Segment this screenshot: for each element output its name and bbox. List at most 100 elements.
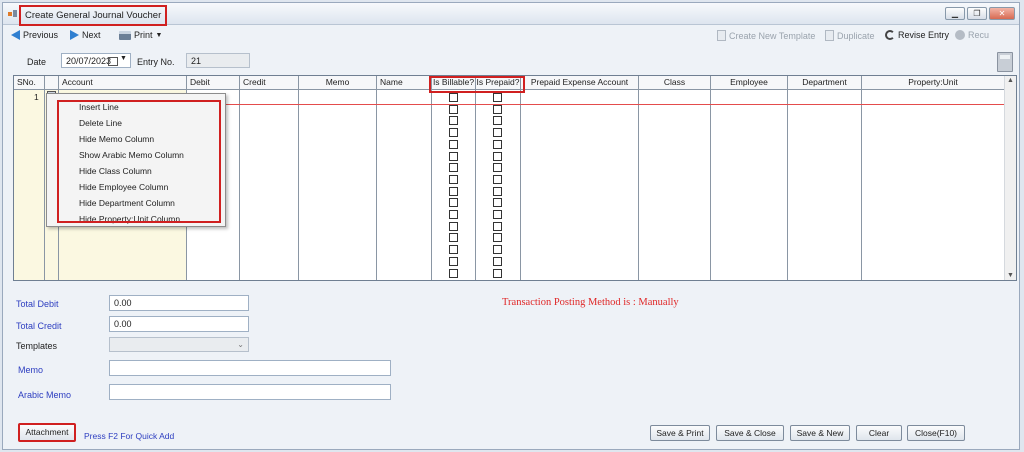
save-new-button[interactable]: Save & New: [790, 425, 850, 441]
duplicate-button[interactable]: Duplicate: [825, 30, 875, 41]
highlight-context-menu: [57, 100, 221, 223]
prepaid-checkbox[interactable]: [493, 245, 502, 255]
total-credit-label: Total Credit: [16, 321, 62, 331]
col-header-property-unit[interactable]: Property:Unit: [862, 76, 1005, 90]
billable-checkbox[interactable]: [449, 128, 458, 138]
billable-checkbox[interactable]: [449, 245, 458, 255]
calendar-icon[interactable]: [108, 57, 118, 66]
total-credit-field[interactable]: 0.00: [109, 316, 249, 332]
prepaid-checkbox[interactable]: [493, 268, 502, 278]
billable-checkbox[interactable]: [449, 186, 458, 196]
col-credit: [240, 76, 299, 280]
prepaid-checkbox[interactable]: [493, 210, 502, 219]
print-label: Print: [134, 30, 153, 40]
prepaid-checkbox[interactable]: [493, 221, 502, 231]
prepaid-checkbox[interactable]: [493, 93, 502, 102]
scroll-down-icon[interactable]: ▼: [1007, 272, 1014, 279]
highlight-billable-prepaid: [429, 76, 525, 93]
arabic-memo-label: Arabic Memo: [18, 390, 72, 400]
date-value: 20/07/2023: [66, 56, 112, 66]
entry-no-value: 21: [191, 56, 202, 66]
prepaid-checkbox[interactable]: [493, 128, 502, 138]
refresh-icon: [885, 30, 895, 40]
col-name: [377, 76, 432, 280]
prepaid-checkbox[interactable]: [493, 151, 502, 161]
window-title: Create General Journal Voucher: [19, 5, 168, 26]
billable-checkbox[interactable]: [449, 233, 458, 243]
duplicate-label: Duplicate: [837, 30, 875, 41]
arabic-memo-field[interactable]: [109, 384, 391, 400]
save-print-button[interactable]: Save & Print: [650, 425, 710, 441]
prepaid-checkbox[interactable]: [493, 163, 502, 173]
prepaid-checkbox[interactable]: [493, 174, 502, 184]
minimize-button[interactable]: ▁: [945, 7, 965, 20]
total-debit-value: 0.00: [114, 298, 132, 308]
billable-checkbox[interactable]: [449, 198, 458, 208]
billable-checkbox[interactable]: [449, 210, 458, 219]
entry-no-label: Entry No.: [137, 57, 175, 67]
billable-checkbox[interactable]: [449, 163, 458, 173]
chevron-down-icon: ⌄: [237, 340, 244, 349]
close-window-button[interactable]: ✕: [989, 7, 1015, 20]
prepaid-checkbox[interactable]: [493, 104, 502, 114]
prepaid-checkbox[interactable]: [493, 186, 502, 196]
col-sno: [14, 76, 45, 280]
calculator-icon[interactable]: [997, 52, 1013, 72]
next-button[interactable]: Next: [70, 30, 101, 40]
template-icon: [717, 30, 726, 41]
print-button[interactable]: Print ▼: [119, 30, 162, 40]
row-number: 1: [34, 92, 39, 102]
quick-add-hint: Press F2 For Quick Add: [84, 431, 175, 441]
date-field[interactable]: 20/07/2023 ▼: [61, 53, 131, 68]
toolbar: Previous Next Print ▼ Create New Templat…: [3, 26, 1019, 46]
billable-checkbox[interactable]: [449, 139, 458, 149]
date-label: Date: [27, 57, 47, 67]
minimize-icon: ▁: [951, 9, 959, 18]
recall-button[interactable]: Recu: [955, 30, 989, 40]
app-icon: [8, 10, 17, 17]
col-department: [788, 76, 862, 280]
restore-button[interactable]: ❐: [967, 7, 987, 20]
templates-label: Templates: [16, 341, 58, 351]
billable-checkbox[interactable]: [449, 93, 458, 102]
close-icon: ✕: [998, 9, 1006, 18]
billable-checkbox[interactable]: [449, 104, 458, 114]
prepaid-checkbox[interactable]: [493, 233, 502, 243]
next-label: Next: [82, 30, 101, 40]
recall-icon: [955, 30, 965, 40]
close-button[interactable]: Close(F10): [907, 425, 965, 441]
title-bar: Create General Journal Voucher ▁ ❐ ✕: [3, 3, 1019, 26]
grid-vertical-scrollbar[interactable]: ▲ ▼: [1004, 76, 1016, 280]
billable-checkbox[interactable]: [449, 174, 458, 184]
posting-method-message: Transaction Posting Method is : Manually: [502, 297, 679, 308]
clear-button[interactable]: Clear: [856, 425, 902, 441]
col-employee: [711, 76, 788, 280]
billable-checkbox[interactable]: [449, 151, 458, 161]
prepaid-checkbox[interactable]: [493, 139, 502, 149]
templates-select[interactable]: ⌄: [109, 337, 249, 352]
billable-checkbox[interactable]: [449, 268, 458, 278]
billable-checkbox[interactable]: [449, 221, 458, 231]
scroll-up-icon[interactable]: ▲: [1007, 77, 1014, 84]
attachment-button[interactable]: Attachment: [18, 423, 76, 442]
revise-entry-button[interactable]: Revise Entry: [885, 30, 949, 40]
prepaid-checkbox[interactable]: [493, 116, 502, 126]
previous-label: Previous: [23, 30, 59, 40]
row-context-menu: Insert Line Delete Line Hide Memo Column…: [46, 93, 226, 227]
window-controls: ▁ ❐ ✕: [945, 7, 1015, 20]
billable-checkbox[interactable]: [449, 116, 458, 126]
duplicate-icon: [825, 30, 834, 41]
chevron-down-icon: ▼: [155, 31, 163, 39]
journal-voucher-window: Create General Journal Voucher ▁ ❐ ✕ Pre…: [2, 2, 1020, 450]
memo-label: Memo: [18, 365, 44, 375]
entry-no-field[interactable]: 21: [186, 53, 250, 68]
prepaid-checkbox[interactable]: [493, 198, 502, 208]
billable-checkbox[interactable]: [449, 256, 458, 266]
memo-field[interactable]: [109, 360, 391, 376]
save-close-button[interactable]: Save & Close: [716, 425, 784, 441]
previous-button[interactable]: Previous: [11, 30, 58, 40]
create-template-button[interactable]: Create New Template: [717, 30, 815, 41]
prepaid-checkbox[interactable]: [493, 256, 502, 266]
total-debit-label: Total Debit: [16, 299, 59, 309]
total-debit-field[interactable]: 0.00: [109, 295, 249, 311]
